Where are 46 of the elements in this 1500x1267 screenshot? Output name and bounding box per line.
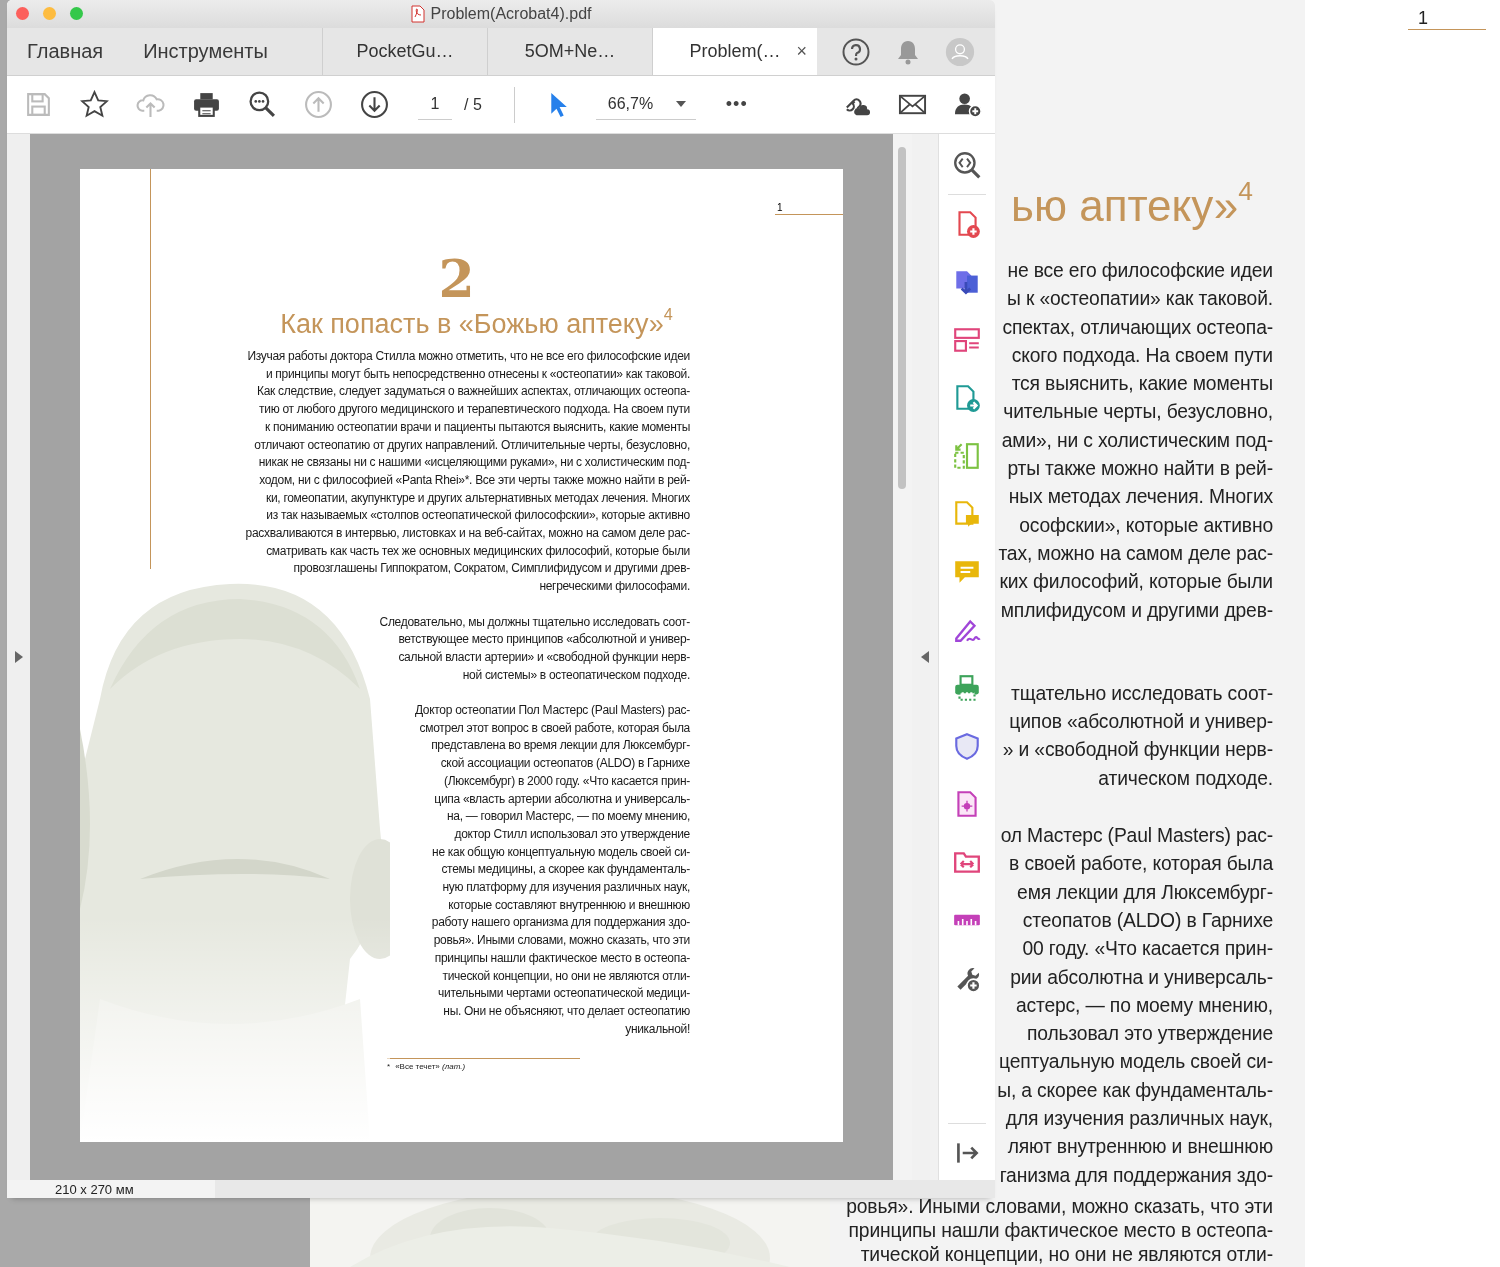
chapter-title: Как попасть в «Божью аптеку»$^{4}$ bbox=[279, 307, 674, 341]
help-icon[interactable] bbox=[841, 36, 871, 67]
tab-label[interactable]: PocketGu… bbox=[356, 41, 454, 62]
nav-tab[interactable]: Главная bbox=[7, 28, 124, 75]
tab-label[interactable]: Problem(… bbox=[689, 41, 781, 62]
chapter-number: 2 bbox=[437, 251, 476, 307]
collapse-arrow-icon[interactable] bbox=[921, 651, 929, 663]
add-user-icon[interactable] bbox=[954, 90, 983, 119]
layout-icon[interactable] bbox=[952, 325, 982, 355]
paragraph: Доктор остеопатии Пол Мастерс (Paul Masters) рас- смотрел этот вопрос в своей работе, которая была представлена во время лекции для Люксембург- ской ассоциации остеопатов (ALDO) в Гарнихе (Люксембург) в 2000 году. «Что касается прин- ципа «власть артерии абсолютна и универсаль- на, — говорил Мастерс, — по моему мнению, доктор Стилл использовал это утверждение не как общую концептуальную модель своей си- стемы медицины, а скорее как фундаменталь- ную платформу для изучения различных наук, которые составляют внутреннюю и внешнюю работу нашего организма для поддержания здо- ровья». Иными словами, можно сказать, что эти принципы нашли фактическое место в остеопа- тической концепции, но они не являются отли- чительными чертами остеопатической медици- ны. Они не объясняют, что делает остеопатию уникальной! bbox=[414, 702, 690, 1038]
star-icon[interactable] bbox=[80, 90, 109, 119]
paragraph: не все его философские идеи ы к «остеопатии» как таковой. спектах, отличающих остеопа- ского подхода. На своем пути тся выяснить, какие моменты чительные черты, безусловно, ами», ни с холистическим под- рты также можно найти в рей- ных методах лечения. Многих ософскии», которые активно тах, можно на самом деле рас- ких философий, которые были мплифидусом и другими древ- bbox=[998, 259, 1273, 623]
paragraph: тщательно исследовать соот- ципов «абсолютной и универ- » и «свободной функции нерв- атическом подходе. bbox=[1002, 681, 1273, 791]
pages-icon[interactable] bbox=[952, 441, 982, 471]
expand-arrow-icon[interactable] bbox=[14, 651, 23, 663]
pdf-file-icon bbox=[410, 5, 425, 23]
shield-icon[interactable] bbox=[952, 731, 982, 761]
document-tab[interactable]: PocketGu… bbox=[322, 28, 487, 75]
tab-label[interactable]: 5OM+Ne… bbox=[524, 41, 616, 62]
paragraph: ол Мастерс (Paul Masters) рас- в своей работе, которая была емя лекции для Люксембург- стеопатов (ALDO) в Гарнихе 00 году. «Что касается прин- рии абсолютна и универсаль- астерс, — по моему мнению, пользовал это утверждение цептуальную модель своей си- ы, а скорее как фундаменталь- для изучения различных наук, ляют внутреннюю и внешнюю ганизма для поддержания здо- bbox=[997, 824, 1273, 1188]
caret-icon bbox=[675, 101, 686, 107]
paragraph: Изучая работы доктора Стилла можно отметить, что не все его философские идеи и принципы могут быть непосредственно отнесены к «остеопатии» как таковой. Как следствие, следует задуматься о важнейших аспектах, отличающих остеопа- тию от любого другого медицинского и терапевтического подхода. На своем пути к пониманию остеопатии врачи и пациенты пытаются выяснить, какие моменты отличают остеопатию от других направлений. Отличительные черты, безусловно, никак не связаны ни с нашими «исцеляющими руками», ни с холистическим под- ходом, ни с философией «Panta Rhei»*. Все эти черты также можно найти в рей- ки, гомеопатии, акупунктуре и других альтернативных методах лечения. Многих из так называемых «столпов остеопатической философскии», которые активно расхваливаются в интервью, листовках и на веб-сайтах, можно на самом деле рас- сматривать как часть тех же основных медицинских философий, которые были провозглашены Гиппократом, Сократом, Симплифидусом и другими древ- негреческими философами. bbox=[245, 348, 690, 596]
footnote: «Все течет» (лат.) bbox=[395, 1062, 466, 1072]
page-count: / 5 bbox=[464, 95, 482, 114]
print-icon[interactable] bbox=[192, 90, 221, 119]
paragraph: Следовательно, мы должны тщательно исследовать соот- ветствующее место принципов «абсолютной и универ- сальной власти артерии» и «свободной функции нерв- ной системы» в остеопатическом подходе. bbox=[379, 613, 690, 684]
scrollbar[interactable] bbox=[893, 134, 912, 1180]
more-button[interactable]: ••• bbox=[725, 94, 748, 115]
arrow-down-icon[interactable] bbox=[360, 90, 389, 119]
page-size: 210 x 270 мм bbox=[7, 1180, 215, 1198]
document-tab[interactable]: Problem(… × bbox=[652, 28, 817, 75]
paragraph: ровья». Иными словами, можно сказать, что эти принципы нашли фактическое место в остеопа- тической концепции, но они не являются отли- bbox=[846, 1194, 1273, 1267]
nav-tab[interactable]: Инструменты bbox=[123, 28, 288, 75]
scroll-thumb[interactable] bbox=[898, 147, 906, 489]
printer-icon[interactable] bbox=[952, 673, 982, 703]
close-button[interactable] bbox=[16, 7, 29, 20]
close-tab-button[interactable]: × bbox=[796, 41, 807, 62]
chapter-title: ью аптеку»$^{4}$ bbox=[1011, 176, 1253, 232]
zoom-icon[interactable] bbox=[952, 150, 982, 180]
footnote-mark: * bbox=[387, 1062, 391, 1072]
zoom-dropdown[interactable]: 66,7% bbox=[595, 89, 696, 120]
zoom-out-icon[interactable] bbox=[248, 90, 277, 119]
page-number: 1 bbox=[1408, 8, 1486, 30]
page-number-field[interactable]: 1 bbox=[418, 89, 452, 120]
page-number: 1 bbox=[775, 202, 843, 215]
window-title: Problem(Acrobat4).pdf bbox=[430, 5, 592, 23]
